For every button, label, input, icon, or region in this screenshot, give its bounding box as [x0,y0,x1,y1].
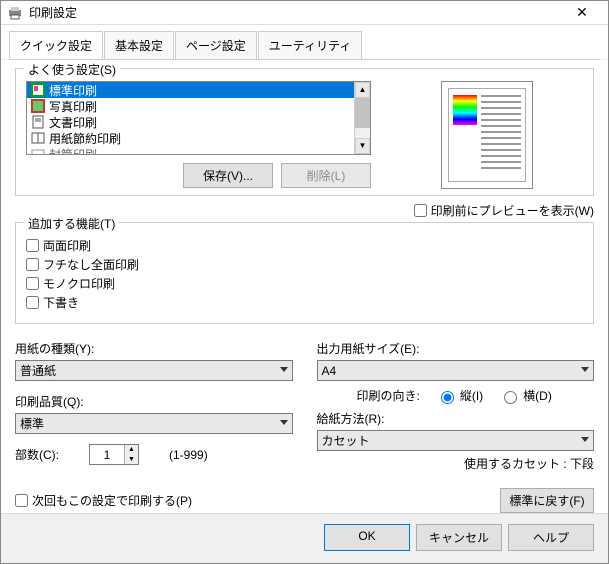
titlebar: 印刷設定 ✕ [1,1,608,25]
print-settings-window: 印刷設定 ✕ クイック設定 基本設定 ページ設定 ユーティリティ よく使う設定(… [0,0,609,564]
borderless-label: フチなし全面印刷 [43,256,139,273]
papertype-select[interactable]: 普通紙 [15,360,293,381]
outsize-value: A4 [322,364,337,378]
show-preview-label: 印刷前にプレビューを表示(W) [431,202,594,219]
additional-legend: 追加する機能(T) [24,215,119,232]
preset-item-doc[interactable]: 文書印刷 [27,114,354,130]
preview-checkbox-row: 印刷前にプレビューを表示(W) [414,202,594,219]
duplex-checkbox[interactable] [26,239,39,252]
cancel-button[interactable]: キャンセル [416,524,502,551]
portrait-radio[interactable] [441,391,454,404]
preset-list[interactable]: 標準印刷 写真印刷 文書印刷 [26,81,371,155]
preset-label: 用紙節約印刷 [49,130,121,147]
preview-color-swatch [453,95,477,125]
chevron-down-icon [581,437,589,442]
photo-icon [31,99,45,113]
always-checkbox[interactable] [15,494,28,507]
preset-item-envelope[interactable]: 封筒印刷 [27,146,354,154]
preset-label: 封筒印刷 [49,146,97,155]
landscape-label: 横(D) [523,387,552,404]
document-icon [31,115,45,129]
tab-quick[interactable]: クイック設定 [9,31,103,59]
copies-spinner[interactable]: ▲▼ [89,444,139,465]
spin-down[interactable]: ▼ [125,455,138,465]
orientation-landscape[interactable]: 横(D) [499,387,552,404]
orientation-portrait[interactable]: 縦(I) [436,387,483,404]
close-button[interactable]: ✕ [562,4,602,21]
preset-label: 標準印刷 [49,82,97,99]
tab-basic[interactable]: 基本設定 [104,31,174,59]
quality-select[interactable]: 標準 [15,413,293,434]
tab-bar: クイック設定 基本設定 ページ設定 ユーティリティ [1,25,608,59]
settings-columns: 用紙の種類(Y): 普通紙 印刷品質(Q): 標準 部数(C): ▲▼ (1-9… [15,334,594,472]
mono-label: モノクロ印刷 [43,275,115,292]
ok-button[interactable]: OK [324,524,410,551]
scroll-up[interactable]: ▲ [355,82,370,98]
copies-label: 部数(C): [15,446,59,463]
copies-range: (1-999) [169,448,208,462]
preview-text-lines [481,95,521,177]
left-column: 用紙の種類(Y): 普通紙 印刷品質(Q): 標準 部数(C): ▲▼ (1-9… [15,334,293,472]
document-color-icon [31,83,45,97]
duplex-label: 両面印刷 [43,237,91,254]
orientation-label: 印刷の向き: [357,387,420,404]
scroll-thumb[interactable] [355,98,370,128]
source-label: 給紙方法(R): [317,410,595,427]
quality-label: 印刷品質(Q): [15,393,293,410]
outsize-label: 出力用紙サイズ(E): [317,340,595,357]
source-select[interactable]: カセット [317,430,595,451]
help-button[interactable]: ヘルプ [508,524,594,551]
papertype-label: 用紙の種類(Y): [15,340,293,357]
additional-group: 追加する機能(T) 両面印刷 フチなし全面印刷 モノクロ印刷 下書き [15,222,594,324]
quality-value: 標準 [20,415,44,432]
portrait-label: 縦(I) [460,387,483,404]
chevron-down-icon [581,367,589,372]
cassette-info: 使用するカセット : 下段 [317,455,595,472]
draft-checkbox[interactable] [26,296,39,309]
right-column: 出力用紙サイズ(E): A4 印刷の向き: 縦(I) 横(D) 給紙方法(R):… [317,334,595,472]
presets-group: よく使う設定(S) 標準印刷 写真印刷 [15,68,594,196]
outsize-select[interactable]: A4 [317,360,595,381]
presets-legend: よく使う設定(S) [24,61,120,78]
scroll-down[interactable]: ▼ [355,138,370,154]
chevron-down-icon [280,420,288,425]
preset-label: 写真印刷 [49,98,97,115]
dialog-footer: OK キャンセル ヘルプ [1,513,608,563]
show-preview-checkbox[interactable] [414,204,427,217]
always-label: 次回もこの設定で印刷する(P) [32,492,192,509]
chevron-down-icon [280,367,288,372]
save-preset-button[interactable]: 保存(V)... [183,163,273,188]
envelope-icon [31,147,45,154]
window-title: 印刷設定 [29,4,562,21]
defaults-button[interactable]: 標準に戻す(F) [500,488,594,513]
preset-label: 文書印刷 [49,114,97,131]
delete-preset-button: 削除(L) [281,163,371,188]
print-preview [441,81,533,189]
preset-item-photo[interactable]: 写真印刷 [27,98,354,114]
preset-item-standard[interactable]: 標準印刷 [27,82,354,98]
spin-up[interactable]: ▲ [125,445,138,455]
papertype-value: 普通紙 [20,362,56,379]
borderless-checkbox[interactable] [26,258,39,271]
tab-utility[interactable]: ユーティリティ [258,31,363,59]
preset-item-save[interactable]: 用紙節約印刷 [27,130,354,146]
preset-scrollbar[interactable]: ▲ ▼ [354,82,370,154]
copies-input[interactable] [90,445,124,464]
landscape-radio[interactable] [504,391,517,404]
mono-checkbox[interactable] [26,277,39,290]
document2-icon [31,131,45,145]
printer-icon [7,5,23,21]
source-value: カセット [322,432,370,449]
tab-body: よく使う設定(S) 標準印刷 写真印刷 [1,60,608,513]
draft-label: 下書き [43,294,79,311]
tab-page[interactable]: ページ設定 [175,31,257,59]
